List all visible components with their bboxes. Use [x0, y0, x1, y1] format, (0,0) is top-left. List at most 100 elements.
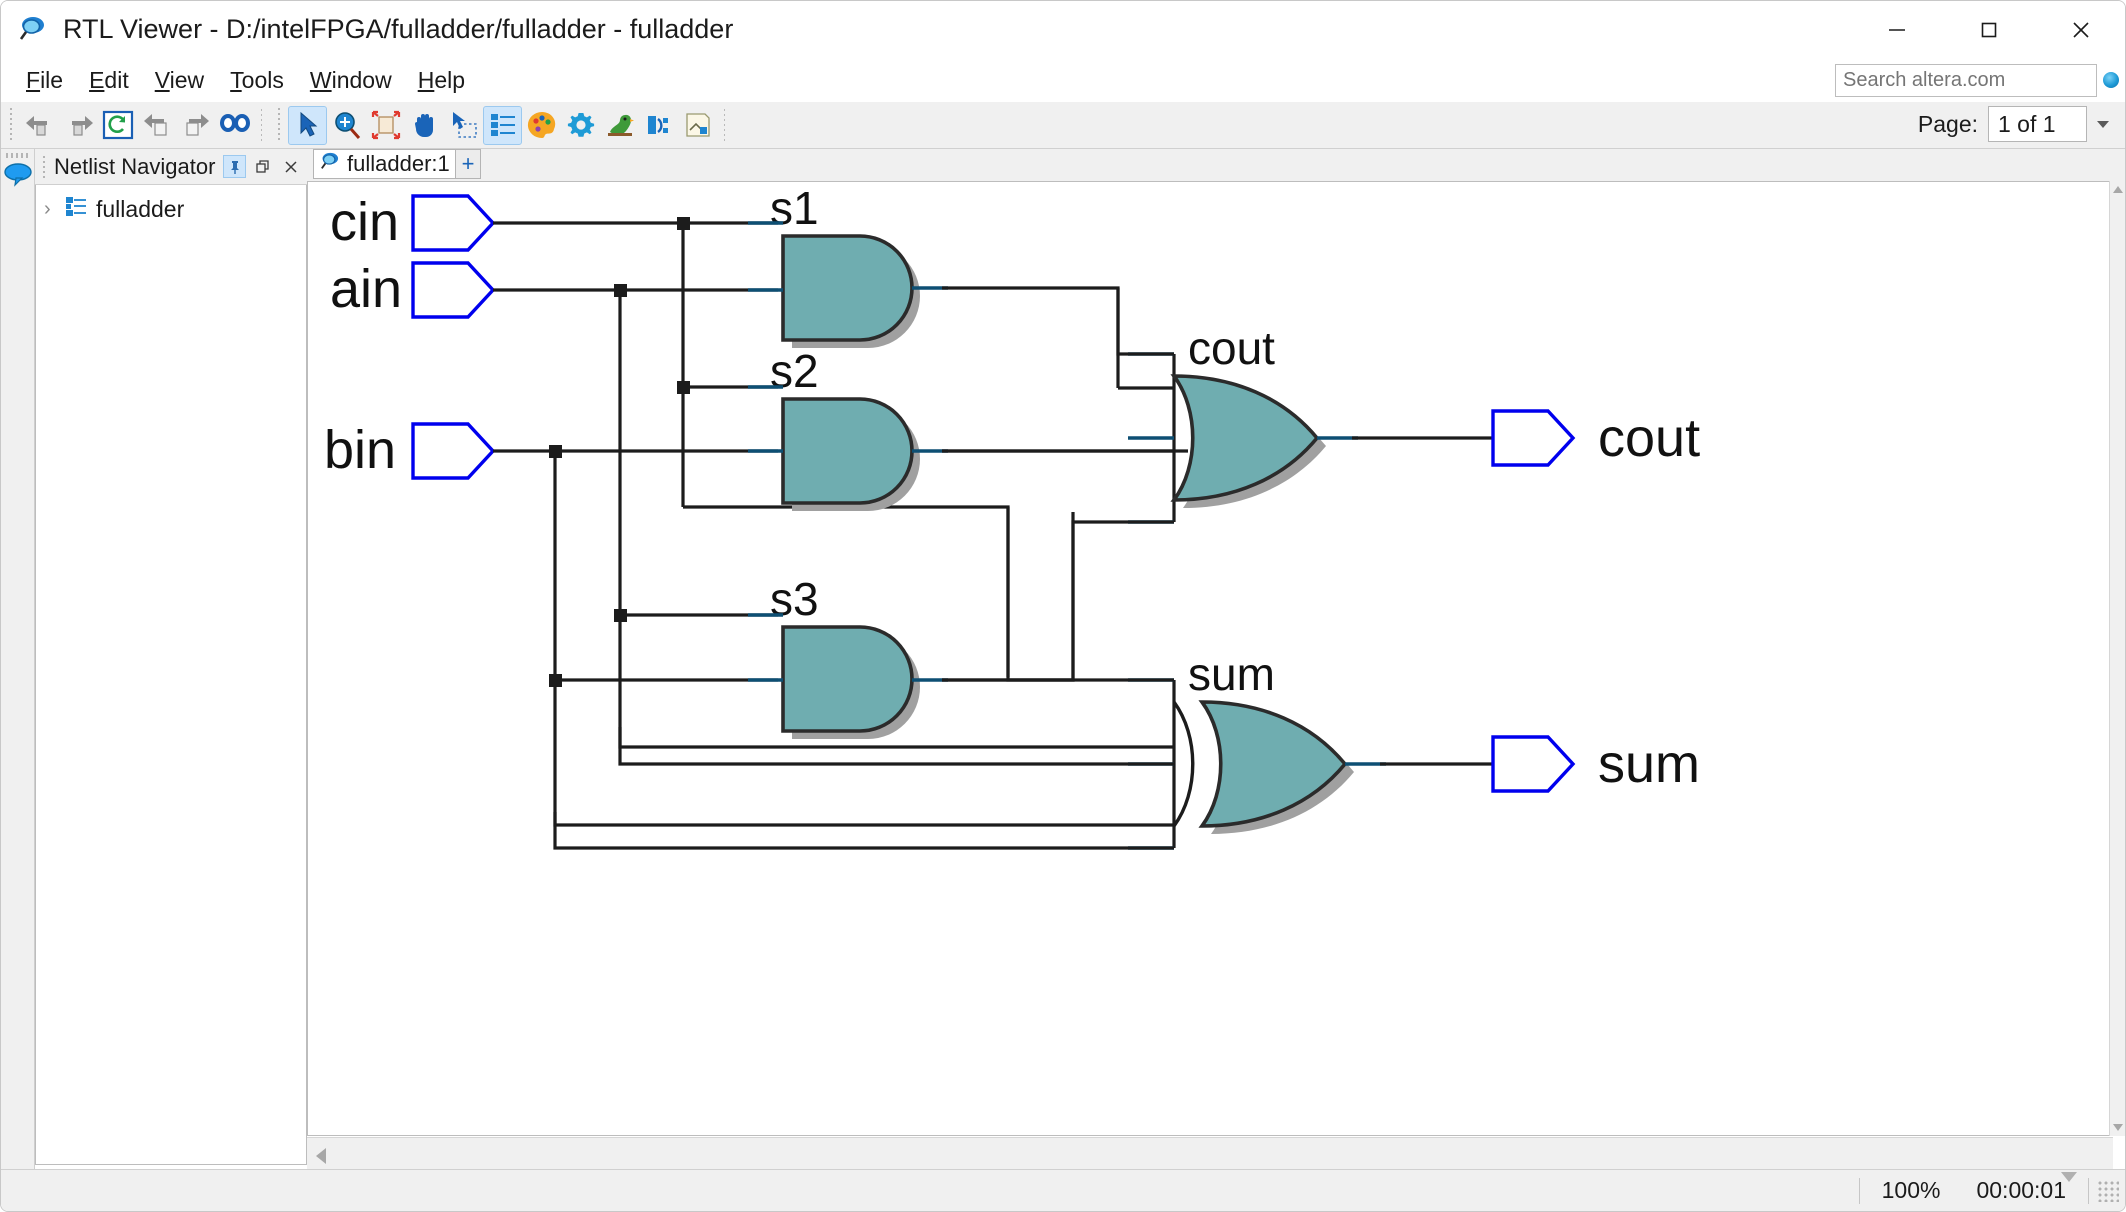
input-label-ain: ain [330, 259, 402, 319]
hand-tool-icon[interactable] [405, 106, 444, 145]
speech-bubble-icon[interactable] [3, 161, 33, 194]
gate-s2[interactable] [781, 397, 914, 505]
select-tool-icon[interactable] [288, 105, 327, 145]
tab-label: fulladder:1 [347, 151, 450, 176]
back-icon[interactable] [20, 106, 59, 145]
wire-bin-to-sum [553, 812, 1174, 827]
rtl-viewer-window: RTL Viewer - D:/intelFPGA/fulladder/full… [0, 0, 2126, 1212]
menu-window-rest: indow [331, 66, 392, 93]
scroll-down-arrow-icon[interactable] [2113, 1124, 2123, 1131]
page-label: Page: [1917, 110, 1978, 137]
page-select[interactable]: 1 of 1 [1988, 106, 2087, 142]
maximize-button[interactable] [1943, 1, 2035, 58]
search-input[interactable] [1835, 64, 2097, 97]
bird-icon[interactable] [600, 106, 639, 145]
settings-gear-icon[interactable] [561, 106, 600, 145]
output-pin-cout[interactable] [1491, 409, 1576, 467]
next-page-icon[interactable] [176, 106, 215, 145]
page-control: Page: 1 of 1 [1918, 106, 2109, 142]
gate-label-s2: s2 [770, 345, 819, 397]
gate-label-s1: s1 [770, 182, 819, 234]
chevron-right-icon[interactable]: › [44, 198, 64, 221]
tree-item-label: fulladder [96, 195, 185, 222]
menu-tools[interactable]: Tools [217, 64, 297, 97]
gate-label-cout: cout [1188, 322, 1275, 374]
input-pin-ain[interactable] [411, 261, 496, 319]
add-tab-button[interactable]: + [455, 149, 481, 179]
fit-in-window-icon[interactable] [366, 106, 405, 145]
schematic-canvas[interactable]: .wire { stroke:#1c1c1c; stroke-width:3.2… [307, 181, 2113, 1136]
input-pin-cin[interactable] [411, 194, 496, 252]
zoom-tool-icon[interactable] [327, 106, 366, 145]
gate-sum[interactable] [1198, 700, 1348, 828]
toolbar-separator [261, 109, 262, 141]
wire-s3-cout [942, 520, 1174, 682]
gate-s1[interactable] [781, 234, 914, 342]
menu-window[interactable]: Window [297, 64, 405, 97]
close-button[interactable] [2035, 1, 2125, 58]
output-pin-sum[interactable] [1491, 735, 1576, 793]
menu-file-rest: ile [40, 66, 64, 93]
junction-dot [677, 381, 690, 394]
wire-bin-sum [553, 812, 1174, 850]
zoom-level: 100% [1881, 1177, 1941, 1203]
schematic-svg: .wire { stroke:#1c1c1c; stroke-width:3.2… [324, 182, 1700, 850]
menu-view[interactable]: View [142, 64, 217, 97]
menu-edit-rest: dit [104, 66, 129, 93]
menu-edit[interactable]: Edit [76, 64, 142, 97]
gate-s3[interactable] [781, 625, 914, 733]
menu-help[interactable]: Help [405, 64, 478, 97]
pin-icon[interactable] [223, 155, 246, 178]
previous-page-icon[interactable] [137, 106, 176, 145]
panel-buttons [223, 155, 302, 178]
hierarchy-icon[interactable] [483, 105, 522, 145]
area-select-icon[interactable] [444, 106, 483, 145]
panel-grip[interactable] [40, 155, 50, 178]
toolbar-separator-2 [724, 109, 725, 141]
junction-dot [549, 445, 562, 458]
scroll-up-arrow-icon[interactable] [2113, 186, 2123, 193]
status-bar: 100% 00:00:01 [1, 1169, 2125, 1211]
wire-s1-to-cout [942, 286, 1120, 388]
rtl-viewer-magnifier-icon [17, 13, 51, 47]
output-label-sum: sum [1598, 734, 1700, 794]
gate-sum-xor-arc [1172, 700, 1195, 828]
resize-grip[interactable] [2097, 1179, 2119, 1202]
tree-item-fulladder[interactable]: › fulladder [36, 191, 306, 227]
globe-icon [2103, 72, 2119, 88]
forward-icon[interactable] [59, 106, 98, 145]
dock-grip[interactable] [6, 153, 30, 158]
find-icon[interactable] [215, 106, 254, 145]
input-pin-bin[interactable] [411, 422, 496, 480]
chevron-down-icon[interactable] [2097, 120, 2109, 128]
output-label-cout: cout [1598, 408, 1700, 468]
input-label-cin: cin [330, 192, 399, 252]
export-image-icon[interactable] [678, 106, 717, 145]
status-separator-2 [2088, 1177, 2089, 1204]
toolbar-grip-2[interactable] [275, 108, 285, 142]
gate-cout[interactable] [1170, 374, 1320, 502]
minimize-button[interactable] [1851, 1, 1943, 58]
rtl-viewer-magnifier-icon [319, 150, 343, 179]
tab-fulladder-1[interactable]: fulladder:1 [313, 149, 461, 179]
close-icon[interactable] [279, 155, 302, 178]
restore-icon[interactable] [251, 155, 274, 178]
menu-file[interactable]: File [13, 64, 76, 97]
toolbar-grip[interactable] [7, 108, 17, 142]
canvas-vertical-scrollbar[interactable] [2109, 181, 2125, 1136]
gate-label-s3: s3 [770, 573, 819, 625]
tab-bar: fulladder:1 + [307, 149, 2125, 181]
canvas-horizontal-scrollbar[interactable] [307, 1137, 2113, 1169]
hierarchy-node-icon [64, 194, 90, 225]
netlist-navigator-header: Netlist Navigator [35, 149, 307, 185]
refresh-icon[interactable] [98, 106, 137, 145]
scroll-left-arrow-icon[interactable] [316, 1148, 326, 1164]
partition-icon[interactable] [639, 106, 678, 145]
left-dock-strip [1, 149, 35, 1211]
color-palette-icon[interactable] [522, 106, 561, 145]
junction-dot [677, 217, 690, 230]
wire-s1-cout [1116, 288, 1174, 356]
gate-label-sum: sum [1188, 648, 1275, 700]
window-title: RTL Viewer - D:/intelFPGA/fulladder/full… [63, 14, 734, 44]
junction-dot [614, 284, 627, 297]
